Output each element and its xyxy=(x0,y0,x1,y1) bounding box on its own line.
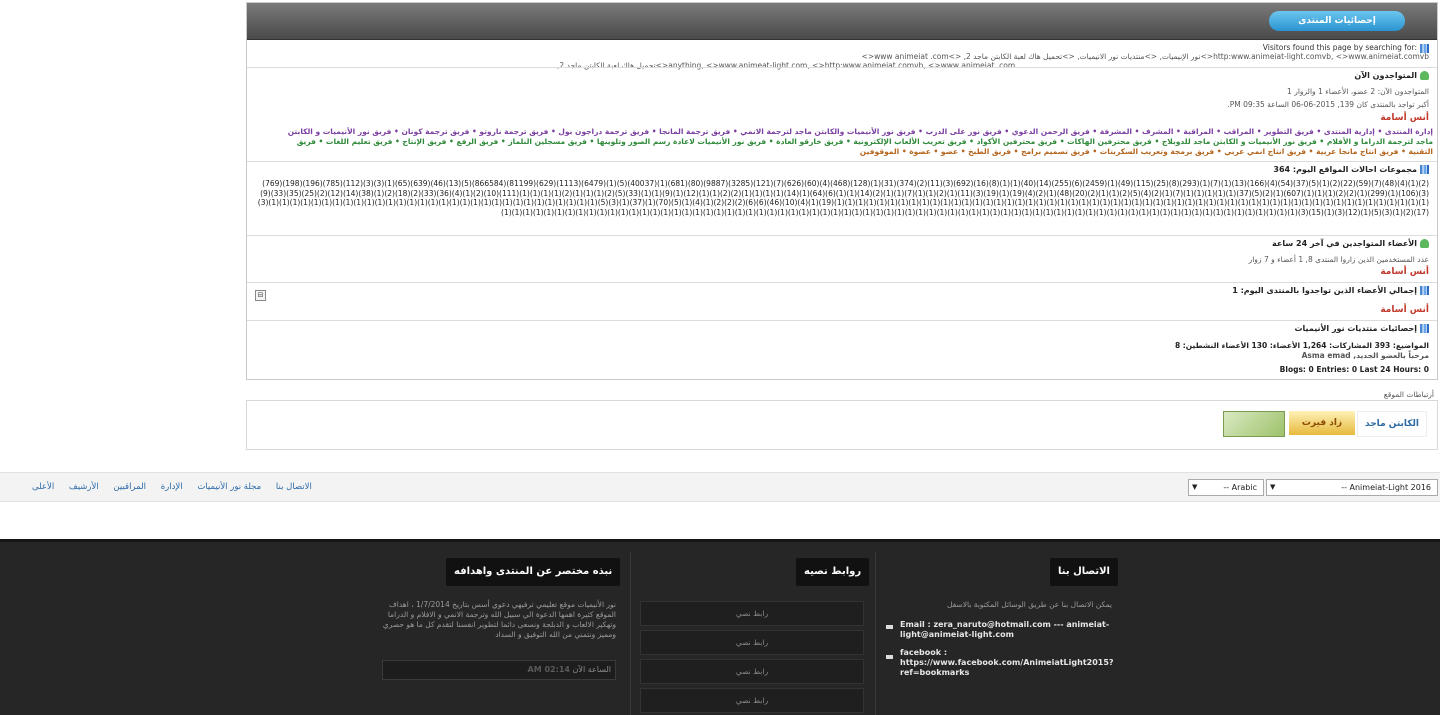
nav-moderators[interactable]: المراقبين xyxy=(113,482,146,492)
banner-partner-2[interactable]: زاد فيرت xyxy=(1289,411,1355,435)
stats-icon xyxy=(1420,324,1429,333)
footer-about-body: نور الأنيميات موقع تعليمي ترفيهي دعوي أس… xyxy=(382,600,616,639)
divider xyxy=(247,161,1437,162)
divider xyxy=(247,67,1437,68)
current-time-box: الساعة الآن 02:14 AM xyxy=(382,660,616,680)
user-icon xyxy=(1420,71,1429,80)
language-select[interactable]: ▼ -- Arabic xyxy=(1188,479,1264,496)
today-title: إجمالي الأعضاء الذين تواجدوا بالمنتدى ال… xyxy=(1232,286,1429,295)
online-record: أكبر تواجد بالمنتدى كان 139, 2015-06-06 … xyxy=(1227,100,1429,109)
facebook-icon xyxy=(886,655,893,659)
footer-nav-links: الاتصال بنا مجلة نور الأنيميات الإدارة ا… xyxy=(20,482,312,492)
footer-contact-title: الاتصال بنا xyxy=(1050,558,1118,586)
divider xyxy=(247,320,1437,321)
site-links-label: أرتباطات الموقع xyxy=(1383,390,1434,399)
site-footer: الاتصال بنا يمكن الاتصال بنا عن طريق الو… xyxy=(0,539,1440,715)
current-time-value: 02:14 AM xyxy=(527,665,570,674)
groups-line-2[interactable]: ماجد لترجمة الدراما و الأفلام • فريق نور… xyxy=(251,137,1433,147)
collapse-button[interactable]: ⊟ xyxy=(255,290,266,301)
footer-text-link[interactable]: رابط نصي xyxy=(640,688,864,713)
groups-line-1[interactable]: إدارة المنتدى • إدارية المنتدى • فريق ال… xyxy=(251,127,1433,137)
forum-stats-title: إحصائيات منتديات نور الأنيميات xyxy=(1295,324,1429,333)
user-icon xyxy=(1420,239,1429,248)
search-terms-line2: anything, <>www.animeat-light.com, <>htt… xyxy=(557,61,1016,70)
divider xyxy=(247,235,1437,236)
groups-line-3[interactable]: التقنية • فريق انتاج مانجا عربية • فريق … xyxy=(251,147,1433,157)
footer-contact-facebook[interactable]: facebook : https://www.facebook.com/Anim… xyxy=(900,648,1115,678)
welcome-new-member[interactable]: مرحباً بالعضو الجديد, Asma emad xyxy=(1302,351,1429,360)
online-summary: المتواجدون الآن: 2 عضو، الأعضاء 1 والزوا… xyxy=(1287,87,1429,96)
referrals-counts: (769)(198)(196)(785)(112)(3)(3)(1)(65)(6… xyxy=(257,179,1429,217)
style-select[interactable]: ▼ -- Animeiat-Light 2016 xyxy=(1266,479,1438,496)
site-links-panel: الكابتن ماجد زاد فيرت xyxy=(246,400,1438,450)
last24-summary: عدد المستخدمين الذين زاروا المنتدى 8, 1 … xyxy=(1248,255,1429,264)
nav-archive[interactable]: الأرشيف xyxy=(69,482,99,492)
mail-icon xyxy=(886,625,893,629)
divider xyxy=(875,552,876,715)
blogs-stats: Blogs: 0 Entries: 0 Last 24 Hours: 0 xyxy=(1279,365,1429,374)
stats-title[interactable]: إحصائيات المنتدى xyxy=(1269,11,1405,31)
footer-text-link[interactable]: رابط نصي xyxy=(640,630,864,655)
today-user-link[interactable]: أنس أسامة xyxy=(1380,305,1429,315)
footer-text-link[interactable]: رابط نصي xyxy=(640,659,864,684)
footer-contact-subtitle: يمكن الاتصال بنا عن طريق الوسائل المكتوب… xyxy=(947,600,1112,609)
referrals-title: مجموعات احالات المواقع اليوم: 364 xyxy=(1273,165,1429,174)
last24-user-link[interactable]: أنس أسامة xyxy=(1380,267,1429,277)
online-now-title: المتواجدون الآن xyxy=(1354,71,1429,80)
last24-title: الأعضاء المتواجدين في آخر 24 ساعة xyxy=(1272,239,1429,248)
forum-stats-panel: إحصائيات المنتدى Visitors found this pag… xyxy=(246,2,1438,380)
current-time-label: الساعة الآن xyxy=(572,665,612,674)
footer-text-link[interactable]: رابط نصي xyxy=(640,601,864,626)
nav-contact-us[interactable]: الاتصال بنا xyxy=(276,482,312,492)
forum-stats-line: المواضيع: 393 المشاركات: 1,264 الأعضاء: … xyxy=(1174,341,1429,350)
chevron-down-icon: ▼ xyxy=(1192,483,1198,491)
online-user-link[interactable]: أنس أسامة xyxy=(1380,113,1429,123)
footer-contact-email[interactable]: Email : zera_naruto@hotmail.com --- anim… xyxy=(900,620,1115,640)
stats-icon xyxy=(1420,286,1429,295)
chevron-down-icon: ▼ xyxy=(1270,483,1276,491)
divider xyxy=(247,282,1437,283)
nav-administration[interactable]: الإدارة xyxy=(161,482,183,492)
footer-links-title: روابط نصيه xyxy=(796,558,870,586)
page-content: إحصائيات المنتدى Visitors found this pag… xyxy=(0,0,1440,540)
banner-captain-majid[interactable]: الكابتن ماجد xyxy=(1357,411,1427,437)
divider xyxy=(630,552,631,715)
footer-nav-bar: الاتصال بنا مجلة نور الأنيميات الإدارة ا… xyxy=(0,472,1440,502)
stats-header: إحصائيات المنتدى xyxy=(247,3,1437,40)
footer-about-title: نبذه مختصر عن المنتدى واهدافه xyxy=(446,558,621,586)
search-terms-line1: http:www.animeiat-light.comvb, <>www.ani… xyxy=(861,52,1429,61)
nav-top[interactable]: الأعلى xyxy=(32,482,54,492)
banner-partner-3[interactable] xyxy=(1223,411,1285,437)
stats-icon xyxy=(1420,165,1429,174)
nav-magazine[interactable]: مجلة نور الأنيميات xyxy=(197,482,261,492)
groups-legend: إدارة المنتدى • إدارية المنتدى • فريق ال… xyxy=(251,127,1433,157)
